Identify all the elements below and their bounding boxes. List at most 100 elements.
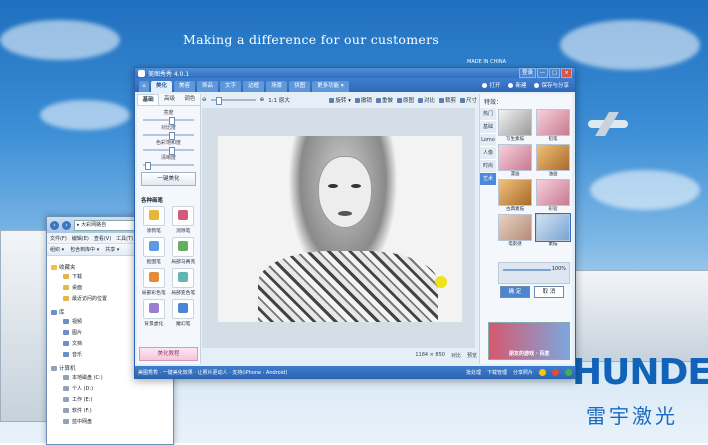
star-icon[interactable] — [539, 368, 546, 376]
brush-eraser[interactable]: 消除笔 — [170, 206, 198, 234]
save-share-button[interactable]: 保存与分享 — [534, 81, 569, 89]
category-portrait[interactable]: 人像 — [480, 147, 496, 160]
category-lomo[interactable]: Lomo — [480, 134, 496, 147]
nav-item[interactable]: 个人 (D:) — [51, 383, 169, 394]
slider-thumb[interactable] — [169, 117, 175, 125]
minimize-icon[interactable]: — — [537, 68, 548, 78]
plus-icon[interactable] — [565, 368, 572, 376]
category-fashion[interactable]: 时尚 — [480, 160, 496, 173]
effect-thumb[interactable]: 古典素描 — [498, 179, 532, 212]
effect-thumb-selected[interactable]: 素描 — [535, 213, 571, 247]
open-button[interactable]: 打开 — [482, 81, 500, 89]
share-photo-button[interactable]: 分享照片 — [513, 369, 533, 376]
nav-item[interactable]: 软件 (F:) — [51, 405, 169, 416]
effect-preview — [498, 179, 532, 206]
batch-button[interactable]: 批处理 — [466, 369, 481, 376]
slider-thumb[interactable] — [169, 132, 175, 140]
maximize-icon[interactable]: □ — [549, 68, 560, 78]
tab-beautify[interactable]: 美化 — [151, 81, 173, 92]
nav-item[interactable]: 蓝中网盘 — [51, 416, 169, 427]
tab-text[interactable]: 文字 — [220, 81, 242, 92]
category-art[interactable]: 艺术 — [480, 173, 496, 186]
effect-thumb[interactable]: 铅笔 — [536, 109, 570, 142]
brush-mosaic[interactable]: 局部马赛克 — [170, 237, 198, 265]
forward-icon[interactable]: › — [62, 220, 71, 230]
zoom-in-icon[interactable]: ⊕ — [260, 97, 265, 103]
organize-button[interactable]: 组织 ▾ — [50, 246, 64, 253]
original-button[interactable]: 原图 — [397, 96, 414, 104]
subtab-advanced[interactable]: 高级 — [159, 94, 179, 105]
redo-button[interactable]: 重做 — [376, 96, 393, 104]
opacity-slider[interactable] — [503, 269, 551, 271]
nav-item[interactable]: 工作 (E:) — [51, 394, 169, 405]
menu-tools[interactable]: 工具(T) — [116, 235, 133, 242]
zoom-out-icon[interactable]: ⊖ — [202, 97, 207, 103]
include-library-button[interactable]: 包含到库中 ▾ — [70, 246, 99, 253]
effect-thumb[interactable]: 油画 — [536, 144, 570, 177]
effect-label: 电影感 — [508, 242, 522, 247]
category-hot[interactable]: 热门 — [480, 108, 496, 121]
back-icon[interactable]: ‹ — [50, 220, 59, 230]
one-click-beautify-button[interactable]: 一键美化 — [141, 172, 196, 186]
actual-size-button[interactable]: 1:1 原大 — [268, 96, 290, 104]
nav-item-label: 蓝中网盘 — [72, 419, 93, 425]
slider-thumb[interactable] — [145, 162, 151, 170]
nav-item-label: 音乐 — [72, 352, 83, 358]
doodle-brush-icon — [142, 206, 165, 226]
undo-button[interactable]: 撤销 — [355, 96, 372, 104]
ad-banner[interactable]: 朋友的游戏 · 百度 — [488, 322, 570, 360]
slider-thumb[interactable] — [169, 147, 175, 155]
preview-toggle[interactable]: 预览 — [467, 352, 477, 359]
tab-frame[interactable]: 边框 — [243, 81, 265, 92]
brush-magic[interactable]: 魔幻笔 — [170, 299, 198, 327]
confirm-button[interactable]: 确 定 — [500, 286, 530, 298]
contrast-slider[interactable] — [143, 132, 194, 140]
effect-label: 油画 — [548, 172, 558, 177]
brush-cutout[interactable]: 抠图笔 — [140, 237, 168, 265]
weibo-icon[interactable] — [552, 368, 559, 376]
slider-label: 色彩饱和度 — [155, 140, 181, 146]
menu-edit[interactable]: 编辑(E) — [72, 235, 89, 242]
beauty-tutorial-button[interactable]: 美化教程 — [139, 347, 198, 361]
tab-scene[interactable]: 场景 — [266, 81, 288, 92]
effect-thumb[interactable]: 漫画 — [498, 144, 532, 177]
login-button[interactable]: 登录 — [518, 68, 536, 78]
new-button[interactable]: 新建 — [508, 81, 526, 89]
subtab-color[interactable]: 调色 — [180, 94, 200, 105]
opacity-value: 100% — [551, 266, 566, 272]
effect-thumb[interactable]: 写生素描 — [498, 109, 532, 142]
brush-doodle[interactable]: 涂鸦笔 — [140, 206, 168, 234]
brightness-slider[interactable] — [143, 117, 194, 125]
close-icon[interactable]: × — [561, 68, 572, 78]
subtab-basic[interactable]: 基础 — [137, 94, 160, 105]
crop-button[interactable]: 裁剪 — [439, 96, 456, 104]
tab-more[interactable]: 更多功能 ▾ — [312, 81, 349, 92]
resize-button[interactable]: 尺寸 — [460, 96, 477, 104]
tab-collage[interactable]: 拼图 — [289, 81, 311, 92]
canvas-area[interactable] — [202, 108, 475, 348]
tab-beauty[interactable]: 美容 — [174, 81, 196, 92]
compare-button[interactable]: 对比 — [418, 96, 435, 104]
category-basic[interactable]: 基础 — [480, 121, 496, 134]
effect-thumb[interactable]: 彩铅 — [536, 179, 570, 212]
zoom-slider[interactable] — [210, 97, 256, 105]
brush-blur-bg[interactable]: 背景虚化 — [140, 299, 168, 327]
saturation-slider[interactable] — [143, 147, 194, 155]
edited-photo[interactable] — [218, 136, 462, 322]
cancel-button[interactable]: 取 消 — [534, 286, 564, 298]
folder-icon — [63, 296, 69, 301]
menu-view[interactable]: 查看(V) — [94, 235, 111, 242]
meitu-window[interactable]: 美图秀秀 4.0.1 登录 — □ × ⌂ 美化 美容 饰品 文字 边框 场景 … — [134, 67, 576, 379]
rotate-button[interactable]: 旋转 ▾ — [329, 96, 351, 104]
effect-thumb[interactable]: 电影感 — [498, 214, 532, 247]
brush-color-pen[interactable]: 局部彩色笔 — [140, 268, 168, 296]
download-manager-button[interactable]: 下载管理 — [487, 369, 507, 376]
share-button[interactable]: 共享 ▾ — [105, 246, 119, 253]
compare-toggle[interactable]: 对比 — [451, 352, 461, 359]
brush-label: 涂鸦笔 — [146, 229, 161, 234]
sharpness-slider[interactable] — [143, 162, 194, 170]
menu-file[interactable]: 文件(F) — [50, 235, 67, 242]
home-icon[interactable]: ⌂ — [139, 81, 149, 92]
tab-accessories[interactable]: 饰品 — [197, 81, 219, 92]
brush-recolor[interactable]: 局部变色笔 — [170, 268, 198, 296]
